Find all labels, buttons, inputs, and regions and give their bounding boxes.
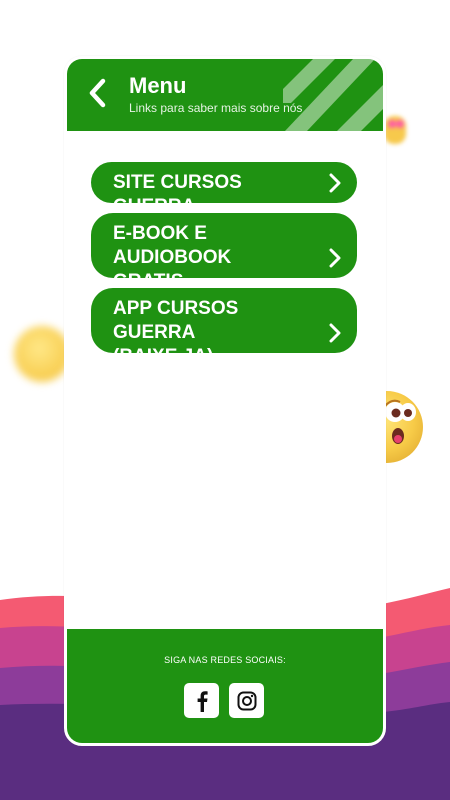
page-subtitle: Links para saber mais sobre nós bbox=[129, 101, 303, 115]
chevron-left-icon bbox=[89, 78, 106, 108]
menu-item-label: E-BOOK E AUDIOBOOK GRATIS bbox=[113, 223, 232, 292]
facebook-button[interactable] bbox=[184, 683, 219, 718]
back-button[interactable] bbox=[77, 73, 117, 113]
menu-card: Menu Links para saber mais sobre nós SIT… bbox=[64, 56, 386, 746]
footer: SIGA NAS REDES SOCIAIS: bbox=[67, 629, 383, 743]
facebook-icon bbox=[197, 690, 208, 712]
menu-item-label: SITE CURSOS GUERRA bbox=[113, 172, 242, 217]
instagram-icon bbox=[237, 691, 256, 710]
chevron-right-icon bbox=[329, 173, 341, 193]
app-cursos-guerra-button[interactable]: APP CURSOS GUERRA (BAIXE JA) bbox=[91, 288, 357, 367]
ebook-audiobook-button[interactable]: E-BOOK E AUDIOBOOK GRATIS bbox=[91, 213, 357, 292]
instagram-button[interactable] bbox=[229, 683, 264, 718]
header: Menu Links para saber mais sobre nós bbox=[67, 59, 383, 131]
chevron-right-icon bbox=[329, 323, 341, 343]
blurred-emoji bbox=[14, 326, 70, 382]
chevron-right-icon bbox=[329, 248, 341, 268]
menu-item-label: APP CURSOS GUERRA (BAIXE JA) bbox=[113, 298, 239, 367]
menu-list: SITE CURSOS GUERRA E-BOOK E AUDIOBOOK GR… bbox=[91, 162, 357, 367]
header-stripes-decoration bbox=[283, 59, 383, 131]
page-title: Menu bbox=[129, 73, 187, 98]
social-label: SIGA NAS REDES SOCIAIS: bbox=[164, 655, 286, 665]
site-cursos-guerra-button[interactable]: SITE CURSOS GUERRA bbox=[91, 162, 357, 217]
